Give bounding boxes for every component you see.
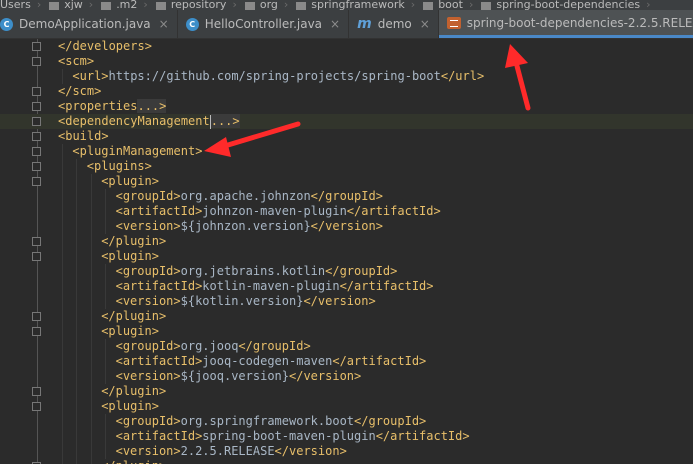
red-arrow-to-plugin-management — [204, 121, 301, 157]
annotation-overlay — [204, 44, 531, 157]
red-arrow-to-active-tab — [505, 44, 531, 111]
